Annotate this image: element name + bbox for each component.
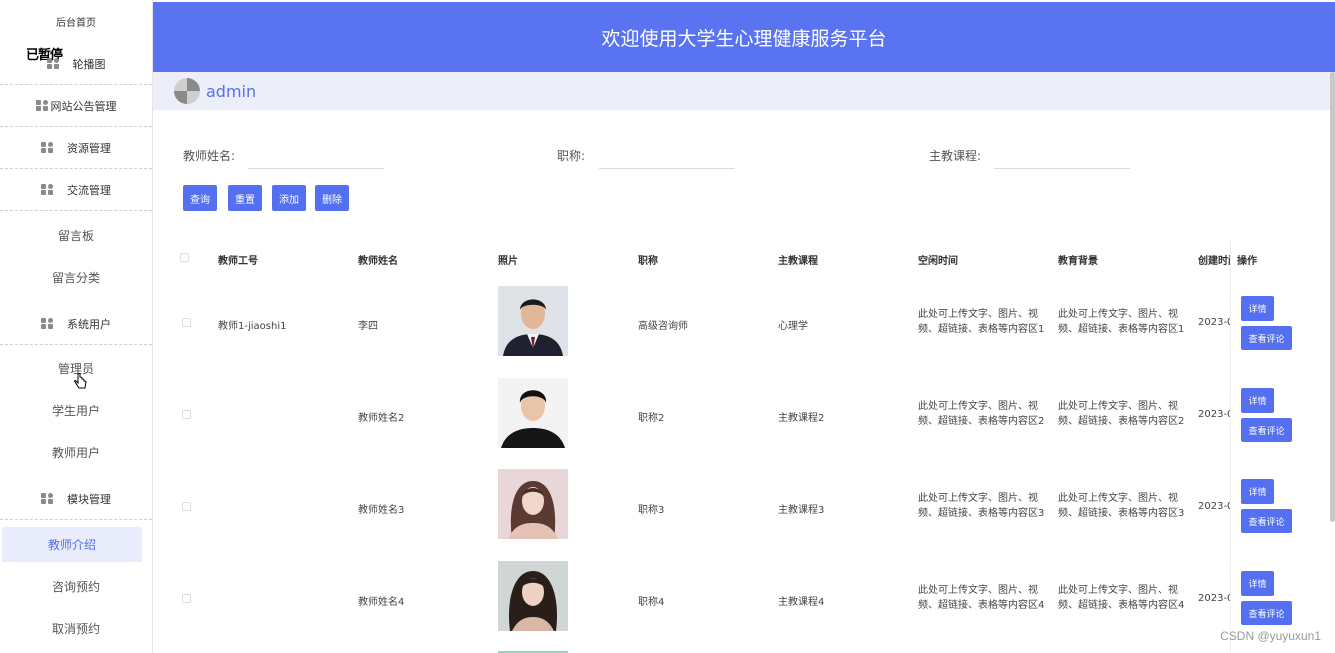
select-all-checkbox[interactable] [180,253,189,262]
detail-button[interactable]: 详情 [1241,479,1274,504]
sidebar-section-label: 系统用户 [67,317,111,331]
education-cell: 此处可上传文字、图片、视频、超链接、表格等内容区2 [1058,401,1185,427]
column-header: 教育背景 [1058,256,1098,267]
course-cell: 主教课程3 [778,505,825,516]
teacher-photo [498,378,568,448]
view-comments-button[interactable]: 查看评论 [1241,601,1292,625]
free-time-cell: 此处可上传文字、图片、视频、超链接、表格等内容区1 [918,309,1045,335]
sidebar-section-label: 资源管理 [67,141,111,155]
sidebar-item-message-category[interactable]: 留言分类 [0,256,152,298]
main-panel: 教师姓名: 职称: 主教课程: 查询 重置 添加 删除 教师工号 教师姓名 照片… [158,115,1328,653]
sidebar-section-label: 网站公告管理 [50,99,117,113]
sidebar-item-consult-booking[interactable]: 咨询预约 [0,565,152,607]
watermark: CSDN @yuyuxun1 [1220,629,1321,643]
add-button[interactable]: 添加 [272,185,306,211]
avatar[interactable] [174,78,200,104]
hand-cursor-icon [74,373,87,389]
teacher-photo [498,286,568,356]
title-input[interactable] [599,143,735,169]
grid-icon [41,142,53,153]
teacher-name-cell: 教师姓名2 [358,413,405,424]
teacher-name-cell: 李四 [358,321,378,332]
column-header: 操作 [1237,256,1257,267]
column-header: 空闲时间 [918,256,958,267]
scrollbar[interactable] [1330,72,1335,522]
query-button[interactable]: 查询 [183,185,217,211]
free-time-cell: 此处可上传文字、图片、视频、超链接、表格等内容区2 [918,401,1045,427]
page-title: 欢迎使用大学生心理健康服务平台 [601,27,887,50]
teacher-photo [498,561,568,631]
username[interactable]: admin [206,82,256,101]
sidebar-section-label: 模块管理 [67,492,111,506]
view-comments-button[interactable]: 查看评论 [1241,326,1292,350]
title-label: 职称: [557,149,586,163]
column-header: 教师工号 [218,256,258,267]
sidebar-item-message-board[interactable]: 留言板 [0,214,152,256]
teacher-name-cell: 教师姓名3 [358,505,405,516]
created-cell: 2023-0 [1198,593,1230,604]
row-checkbox[interactable] [182,594,191,603]
course-cell: 心理学 [778,321,808,332]
course-label: 主教课程: [929,149,982,163]
detail-button[interactable]: 详情 [1241,388,1274,413]
title-cell: 职称4 [638,597,665,608]
created-cell: 2023-0 [1198,409,1230,420]
sidebar-section-resources[interactable]: 资源管理 [0,127,152,169]
sidebar-section-exchange[interactable]: 交流管理 [0,169,152,211]
column-header: 教师姓名 [358,256,398,267]
course-input[interactable] [994,143,1130,169]
sidebar-section-announcements[interactable]: 网站公告管理 [0,85,152,127]
sidebar-item-student-users[interactable]: 学生用户 [0,389,152,431]
sidebar-section-label: 轮播图 [72,57,106,71]
education-cell: 此处可上传文字、图片、视频、超链接、表格等内容区4 [1058,585,1185,611]
sidebar-home[interactable]: 后台首页 [0,10,152,32]
teacher-name-label: 教师姓名: [183,149,236,163]
detail-button[interactable]: 详情 [1241,296,1274,321]
teacher-name-cell: 教师姓名4 [358,597,405,608]
education-cell: 此处可上传文字、图片、视频、超链接、表格等内容区3 [1058,493,1185,519]
sidebar: 后台首页 已暂停 轮播图 网站公告管理 资源管理 交流管理 留言板 留言分类 系… [0,0,153,653]
page-header: 欢迎使用大学生心理健康服务平台 [153,2,1335,72]
free-time-cell: 此处可上传文字、图片、视频、超链接、表格等内容区4 [918,585,1045,611]
teacher-name-input[interactable] [248,143,384,169]
grid-icon [41,318,53,329]
title-cell: 职称2 [638,413,665,424]
created-cell: 2023-0 [1198,317,1230,328]
sidebar-item-teacher-intro[interactable]: 教师介绍 [2,527,142,562]
created-cell: 2023-0 [1198,501,1230,512]
sidebar-item-cancel-booking[interactable]: 取消预约 [0,607,152,649]
course-cell: 主教课程4 [778,597,825,608]
view-comments-button[interactable]: 查看评论 [1241,509,1292,533]
teacher-photo [498,469,568,539]
detail-button[interactable]: 详情 [1241,571,1274,596]
reset-button[interactable]: 重置 [228,185,262,211]
title-cell: 高级咨询师 [638,321,688,332]
course-cell: 主教课程2 [778,413,825,424]
column-header: 主教课程 [778,256,818,267]
row-checkbox[interactable] [182,410,191,419]
education-cell: 此处可上传文字、图片、视频、超链接、表格等内容区1 [1058,309,1185,335]
user-bar: admin [153,72,1335,110]
teacher-id-cell: 教师1-jiaoshi1 [218,321,287,332]
grid-icon [41,493,53,504]
sidebar-section-carousel[interactable]: 轮播图 [0,43,152,85]
delete-button[interactable]: 删除 [315,185,349,211]
sidebar-section-system-users[interactable]: 系统用户 [0,303,152,345]
sidebar-item-teacher-users[interactable]: 教师用户 [0,431,152,473]
grid-icon [41,184,53,195]
column-header: 职称 [638,256,658,267]
row-checkbox[interactable] [182,502,191,511]
title-cell: 职称3 [638,505,665,516]
sidebar-section-label: 交流管理 [67,183,111,197]
grid-icon [35,100,48,111]
view-comments-button[interactable]: 查看评论 [1241,418,1292,442]
column-header: 照片 [498,256,518,267]
free-time-cell: 此处可上传文字、图片、视频、超链接、表格等内容区3 [918,493,1045,519]
sidebar-section-modules[interactable]: 模块管理 [0,478,152,520]
column-header: 创建时间 [1198,256,1230,267]
row-checkbox[interactable] [182,318,191,327]
grid-icon [46,58,59,69]
